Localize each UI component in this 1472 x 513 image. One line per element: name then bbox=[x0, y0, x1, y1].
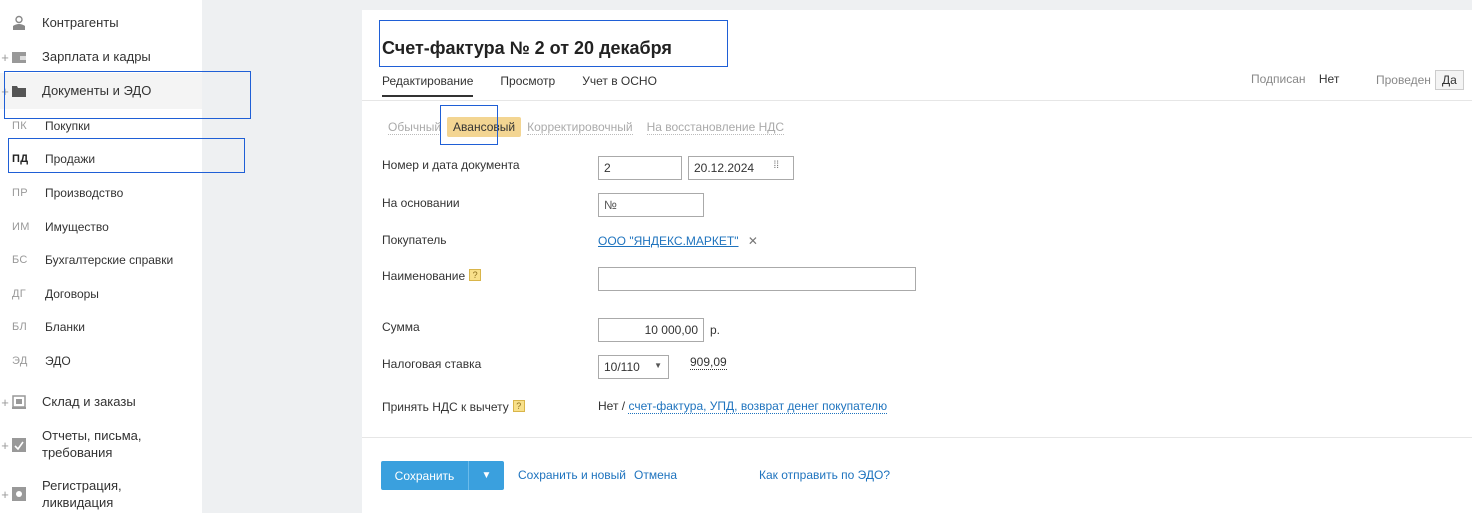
sidebar-item-label: Бухгалтерские справки bbox=[45, 253, 174, 267]
chevron-down-icon: ▼ bbox=[654, 361, 662, 370]
save-label: Сохранить bbox=[394, 468, 455, 483]
signed-label: Подписан bbox=[1251, 72, 1306, 86]
highlight-frame bbox=[379, 20, 728, 67]
abbr: ИМ bbox=[12, 221, 30, 233]
basis-input[interactable]: № bbox=[598, 193, 704, 217]
sidebar-item-label: Бланки bbox=[45, 320, 85, 334]
sidebar-item-label: Покупки bbox=[45, 119, 91, 133]
doc-date-input[interactable]: 20.12.2024 ⁞⁞ bbox=[688, 156, 794, 180]
registration-icon bbox=[11, 486, 27, 502]
save-and-new-link[interactable]: Сохранить и новый bbox=[518, 468, 626, 482]
buyer-field: ООО "ЯНДЕКС.МАРКЕТ" ✕ bbox=[598, 234, 758, 248]
buyer-label: Покупатель bbox=[382, 233, 447, 247]
signed-value: Нет bbox=[1318, 72, 1340, 86]
wallet-icon bbox=[11, 49, 27, 65]
doc-date-value: 20.12.2024 bbox=[694, 161, 755, 175]
contacts-icon bbox=[11, 15, 27, 31]
tab-preview[interactable]: Просмотр bbox=[500, 74, 555, 97]
sidebar-item-registration[interactable]: + Регистрация, ликвидация bbox=[0, 478, 202, 512]
signed-status: Подписан Нет bbox=[1251, 72, 1339, 86]
warehouse-icon bbox=[11, 394, 27, 410]
sidebar-item-label: Регистрация, bbox=[42, 478, 122, 493]
abbr: БС bbox=[12, 254, 28, 266]
sidebar-item-label: Контрагенты bbox=[42, 15, 119, 30]
sidebar-item-forms[interactable]: БЛ Бланки bbox=[0, 319, 202, 335]
sidebar-item-label: Склад и заказы bbox=[42, 394, 136, 409]
name-label: Наименование? bbox=[382, 269, 482, 283]
sidebar-item-edo[interactable]: ЭД ЭДО bbox=[0, 353, 202, 369]
sum-input[interactable]: 10 000,00 bbox=[598, 318, 704, 342]
sidebar: Контрагенты + Зарплата и кадры + Докумен… bbox=[0, 0, 251, 513]
buyer-link[interactable]: ООО "ЯНДЕКС.МАРКЕТ" bbox=[598, 234, 739, 248]
vat-deduction: Нет / счет-фактура, УПД, возврат денег п… bbox=[598, 399, 888, 414]
tabs: Редактирование Просмотр Учет в ОСНО bbox=[382, 74, 684, 97]
highlight-frame bbox=[4, 71, 251, 119]
currency-label: р. bbox=[710, 323, 721, 337]
sum-label: Сумма bbox=[382, 320, 420, 334]
type-vat-restore[interactable]: На восстановление НДС bbox=[646, 120, 785, 135]
tax-amount-value[interactable]: 909,09 bbox=[690, 355, 727, 370]
help-icon[interactable]: ? bbox=[469, 269, 482, 281]
help-icon[interactable]: ? bbox=[512, 400, 525, 412]
sidebar-item-warehouse[interactable]: + Склад и заказы bbox=[0, 393, 202, 411]
sidebar-item-salary[interactable]: + Зарплата и кадры bbox=[0, 48, 202, 66]
tab-edit[interactable]: Редактирование bbox=[382, 74, 474, 97]
vat-docs-link[interactable]: счет-фактура, УПД, возврат денег покупат… bbox=[628, 399, 888, 414]
sidebar-item-accounting-notes[interactable]: БС Бухгалтерские справки bbox=[0, 252, 202, 268]
sidebar-item-contractors[interactable]: Контрагенты bbox=[0, 14, 202, 32]
cancel-link[interactable]: Отмена bbox=[634, 468, 677, 482]
tab-osno[interactable]: Учет в ОСНО bbox=[582, 74, 657, 97]
report-icon bbox=[11, 437, 27, 453]
document-panel: Счет-фактура № 2 от 20 декабря Редактиро… bbox=[362, 10, 1472, 513]
sidebar-item-label: Договоры bbox=[45, 287, 99, 301]
sidebar-item-label: Имущество bbox=[45, 220, 109, 234]
save-button[interactable]: Сохранить ▼ bbox=[381, 461, 504, 490]
tax-amount: 909,09 bbox=[690, 355, 727, 370]
basis-label: На основании bbox=[382, 196, 460, 210]
sidebar-item-label: Производство bbox=[45, 186, 124, 200]
sidebar-item-purchases[interactable]: ПК Покупки bbox=[0, 118, 202, 134]
chevron-down-icon[interactable]: ▼ bbox=[469, 470, 504, 481]
posted-label: Проведен bbox=[1376, 73, 1431, 87]
tax-rate-value: 10/110 bbox=[604, 360, 640, 374]
sidebar-item-label: Отчеты, письма, bbox=[42, 428, 142, 443]
divider bbox=[362, 100, 1472, 101]
vat-label-text: Принять НДС к вычету bbox=[382, 400, 509, 414]
vat-label: Принять НДС к вычету? bbox=[382, 400, 525, 414]
expander: + bbox=[1, 49, 9, 65]
sidebar-item-property[interactable]: ИМ Имущество bbox=[0, 219, 202, 235]
abbr: ДГ bbox=[12, 288, 27, 300]
divider bbox=[362, 437, 1472, 438]
sidebar-item-label-line2: ликвидация bbox=[42, 495, 114, 510]
highlight-frame bbox=[8, 138, 245, 173]
sidebar-item-contracts[interactable]: ДГ Договоры bbox=[0, 286, 202, 302]
type-corrective[interactable]: Корректировочный bbox=[527, 120, 633, 135]
posted-toggle[interactable]: Да bbox=[1434, 70, 1464, 90]
name-input[interactable] bbox=[598, 267, 916, 291]
calendar-icon[interactable]: ⁞⁞ bbox=[773, 160, 779, 171]
abbr: ПР bbox=[12, 187, 28, 199]
highlight-frame bbox=[440, 105, 498, 145]
vat-value: Нет / bbox=[598, 399, 626, 413]
close-icon[interactable]: ✕ bbox=[748, 234, 758, 248]
abbr: ЭД bbox=[12, 355, 28, 367]
abbr: БЛ bbox=[12, 321, 28, 333]
edo-help-link[interactable]: Как отправить по ЭДО? bbox=[759, 468, 890, 482]
expander: + bbox=[1, 487, 9, 502]
name-label-text: Наименование bbox=[382, 269, 466, 283]
type-regular[interactable]: Обычный bbox=[388, 120, 442, 135]
sidebar-item-reports[interactable]: + Отчеты, письма, требования bbox=[0, 428, 202, 462]
sidebar-item-production[interactable]: ПР Производство bbox=[0, 185, 202, 201]
tax-label: Налоговая ставка bbox=[382, 357, 482, 371]
abbr: ПК bbox=[12, 120, 27, 132]
number-date-label: Номер и дата документа bbox=[382, 158, 520, 172]
doc-number-input[interactable]: 2 bbox=[598, 156, 682, 180]
sidebar-item-label: Зарплата и кадры bbox=[42, 49, 151, 64]
sidebar-item-label-line2: требования bbox=[42, 445, 113, 460]
posted-status: Проведен Да bbox=[1376, 70, 1464, 90]
expander: + bbox=[1, 438, 9, 453]
expander: + bbox=[1, 394, 9, 410]
sidebar-item-label: ЭДО bbox=[45, 354, 71, 368]
tax-rate-select[interactable]: 10/110 ▼ bbox=[598, 355, 669, 379]
